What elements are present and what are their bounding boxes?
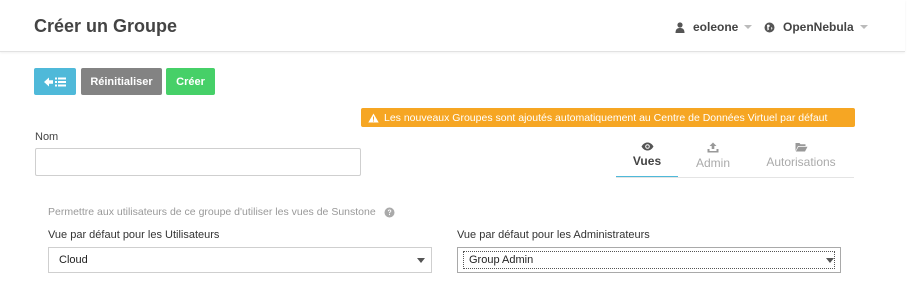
user-name: eoleone [693,20,739,34]
default-vdc-warning: Les nouveaux Groupes sont ajoutés automa… [361,108,855,127]
chevron-down-icon [859,25,868,29]
tab-autorisations-label: Autorisations [766,155,836,169]
tab-vues-label: Vues [632,154,662,168]
zone-menu[interactable]: OpenNebula [764,20,868,34]
folder-open-icon [795,143,807,152]
globe-icon [764,22,775,32]
tab-autorisations[interactable]: Autorisations [755,142,847,178]
user-menu[interactable]: eoleone [675,20,753,34]
zone-name: OpenNebula [783,20,854,34]
name-label: Nom [35,131,59,143]
admin-default-view-value: Group Admin [469,254,534,266]
reset-button[interactable]: Réinitialiser [81,68,162,95]
arrow-left-list-icon [44,77,66,86]
name-input[interactable] [35,148,361,176]
eye-icon [641,142,653,151]
warning-text: Les nouveaux Groupes sont ajoutés automa… [384,111,828,124]
chevron-down-icon [417,258,425,263]
page-title: Créer un Groupe [34,16,178,36]
back-to-list-button[interactable] [34,68,76,95]
tab-admin-label: Admin [695,156,730,170]
select-focus-ring: Group Admin [463,251,835,269]
help-icon[interactable] [384,207,395,218]
admin-default-view-label: Vue par défaut pour les Administrateurs [457,229,650,241]
user-default-view-select[interactable]: Cloud [48,247,432,273]
warning-icon [368,113,379,122]
admin-default-view-select[interactable]: Group Admin [457,247,841,273]
chevron-down-icon [826,258,834,263]
views-description: Permettre aux utilisateurs de ce groupe … [48,206,395,218]
tab-vues[interactable]: Vues [616,142,678,178]
views-description-text: Permettre aux utilisateurs de ce groupe … [48,206,376,218]
top-header: Créer un Groupe eoleone OpenNebula [0,0,905,52]
upload-icon [707,142,719,153]
user-default-view-label: Vue par défaut pour les Utilisateurs [48,229,220,241]
tab-admin[interactable]: Admin [688,142,738,178]
user-icon [675,21,685,33]
user-default-view-value: Cloud [59,254,88,266]
tabs-divider [616,177,854,178]
create-button[interactable]: Créer [166,68,215,95]
chevron-down-icon [744,25,753,29]
